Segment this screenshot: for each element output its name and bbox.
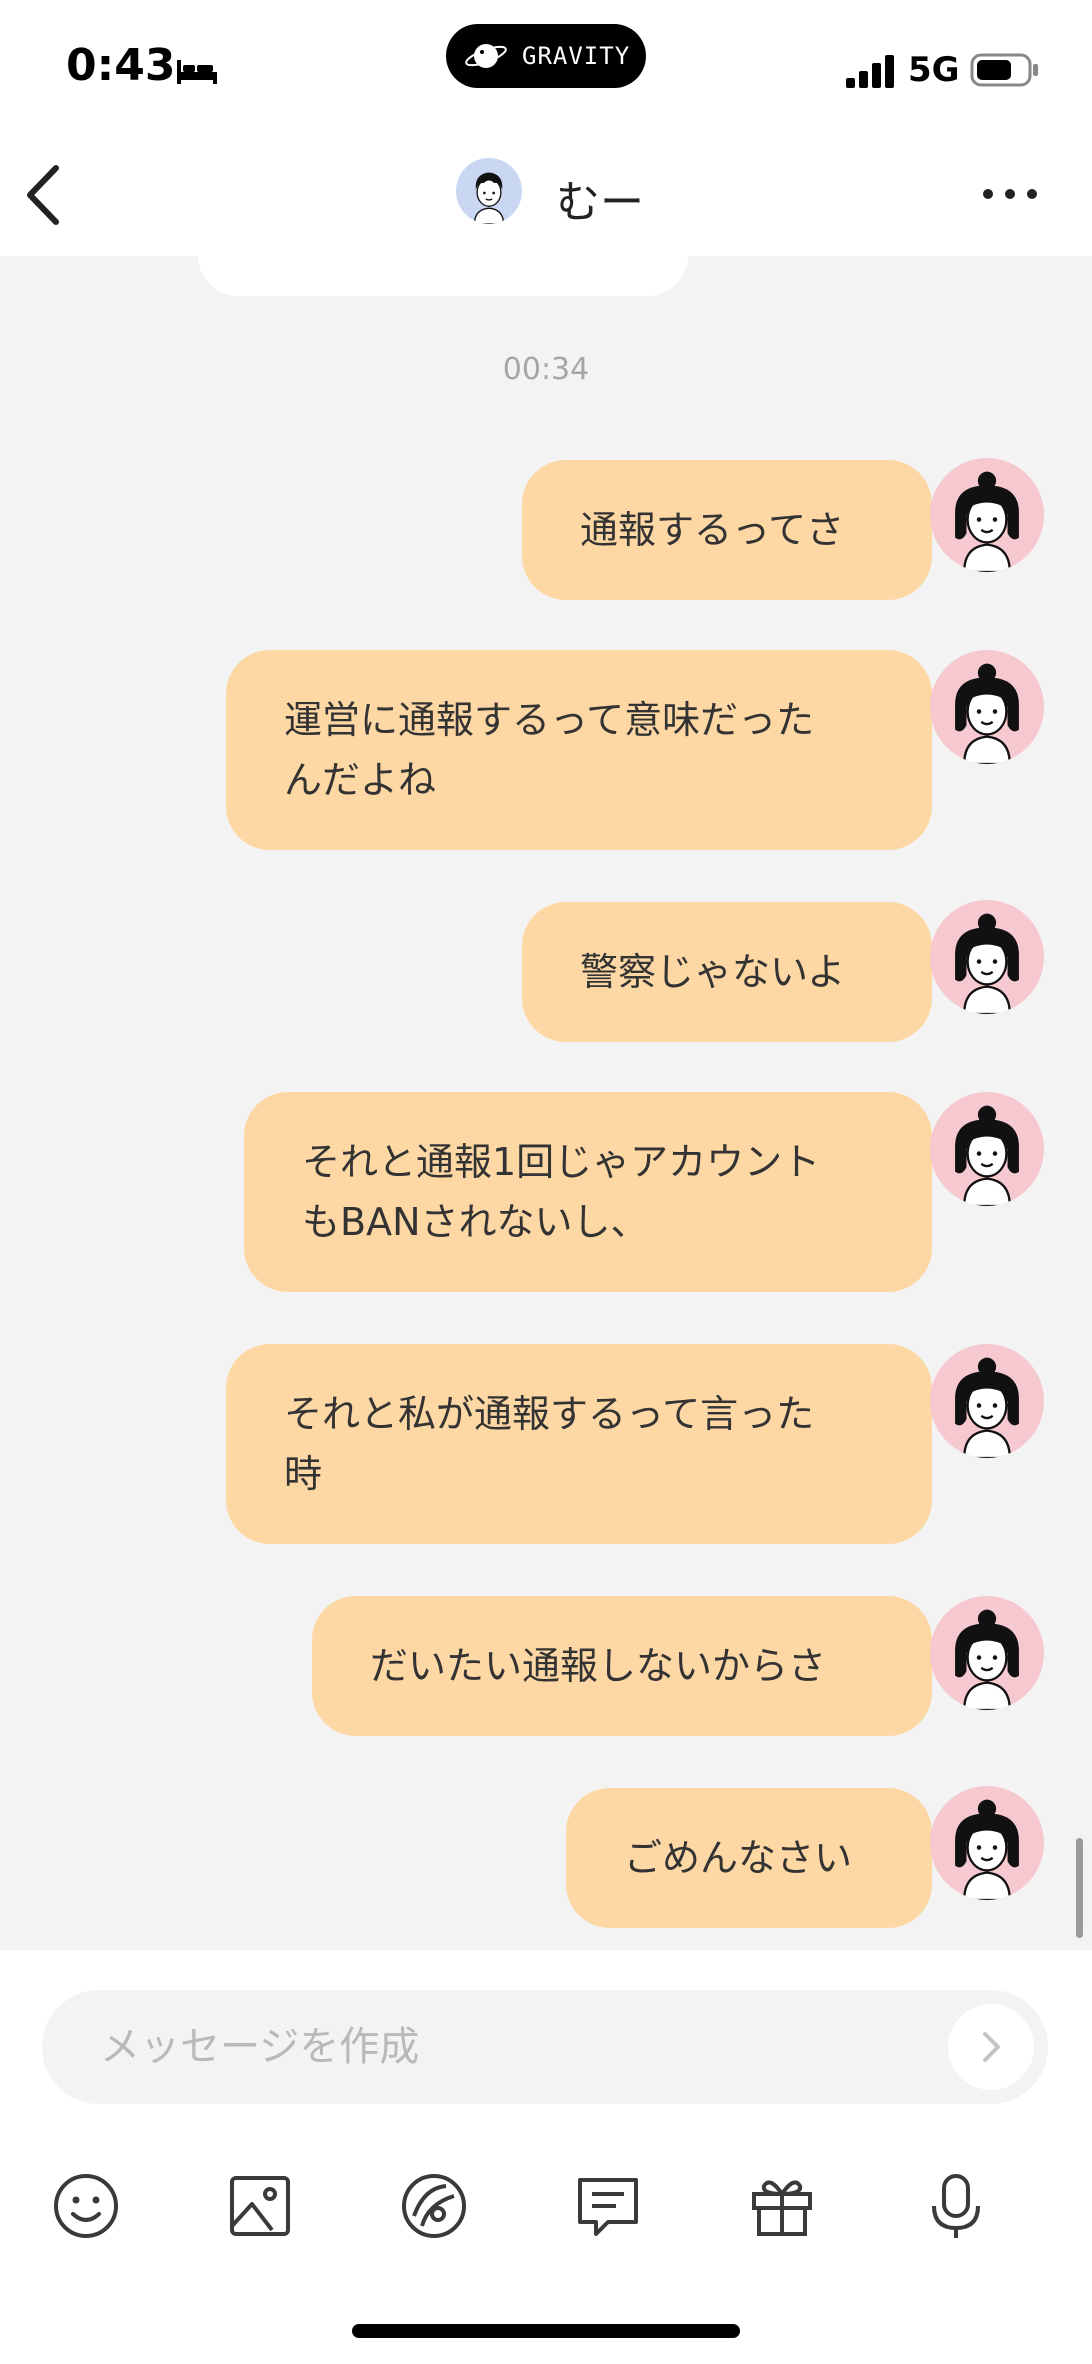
emoji-icon[interactable] [50,2170,122,2242]
girl-avatar-icon [930,1344,1044,1458]
gift-icon[interactable] [746,2170,818,2242]
message-bubble[interactable]: だいたい通報しないからさ [312,1596,932,1736]
planet-logo-icon [465,44,507,68]
chat-scrollbar[interactable] [1076,1838,1083,1938]
my-avatar[interactable] [930,1786,1044,1900]
boy-avatar-icon [473,172,505,224]
send-button[interactable] [948,2004,1034,2090]
chat-header: むー [0,130,1092,256]
status-time: 0:43 [66,40,176,91]
message-input[interactable]: メッセージを作成 [42,1990,1048,2104]
image-icon[interactable] [224,2170,296,2242]
my-avatar[interactable] [930,1092,1044,1206]
girl-avatar-icon [930,1786,1044,1900]
message-timestamp: 00:34 [502,352,590,387]
composer-bar: メッセージを作成 [0,1950,1092,2364]
sleep-bed-icon [177,60,217,84]
cellular-signal-icon [846,55,894,88]
message-bubble[interactable]: それと私が通報するって言った 時 [226,1344,932,1544]
previous-message-bubble [198,256,688,296]
girl-avatar-icon [930,900,1044,1014]
network-type: 5G [908,50,960,90]
island-app-label: GRAVITY [522,42,631,70]
message-bubble[interactable]: ごめんなさい [566,1788,932,1928]
sticker-icon[interactable] [398,2170,470,2242]
home-indicator[interactable] [352,2324,740,2338]
contact-name[interactable]: むー [556,166,644,230]
my-avatar[interactable] [930,1344,1044,1458]
girl-avatar-icon [930,1092,1044,1206]
battery-icon [970,53,1038,87]
chat-thread[interactable]: 00:34 通報するってさ 運営に通報するって意味だった んだよね 警察じゃない… [0,256,1092,1950]
my-avatar[interactable] [930,650,1044,764]
my-avatar[interactable] [930,458,1044,572]
girl-avatar-icon [930,650,1044,764]
message-bubble[interactable]: 運営に通報するって意味だった んだよね [226,650,932,850]
chat-template-icon[interactable] [572,2170,644,2242]
contact-avatar[interactable] [456,158,522,224]
girl-avatar-icon [930,1596,1044,1710]
back-chevron-icon[interactable] [18,160,68,230]
my-avatar[interactable] [930,900,1044,1014]
microphone-icon[interactable] [920,2170,992,2242]
message-bubble[interactable]: それと通報1回じゃアカウント もBANされないし、 [244,1092,932,1292]
dynamic-island: GRAVITY [446,24,646,88]
message-bubble[interactable]: 通報するってさ [522,460,932,600]
more-options-icon[interactable] [980,182,1040,206]
status-bar: 0:43 GRAVITY 5G [0,0,1092,130]
my-avatar[interactable] [930,1596,1044,1710]
message-bubble[interactable]: 警察じゃないよ [522,902,932,1042]
chevron-right-icon [983,2032,1000,2062]
girl-avatar-icon [930,458,1044,572]
